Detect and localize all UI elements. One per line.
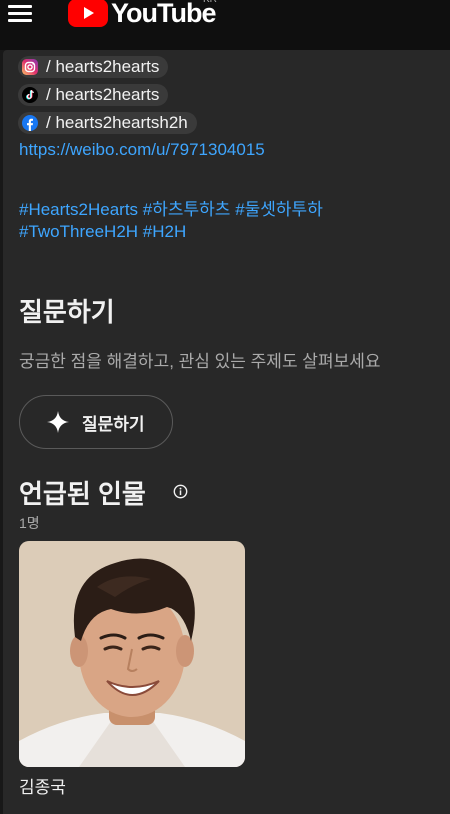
hashtag-link[interactable]: #Hearts2Hearts: [19, 200, 138, 219]
sparkle-icon: [47, 411, 69, 433]
tiktok-link[interactable]: / hearts2hearts: [18, 84, 169, 106]
mentioned-count: 1명: [19, 515, 40, 531]
logo-text: YouTube: [111, 0, 216, 28]
facebook-handle: / hearts2heartsh2h: [46, 113, 188, 132]
person-card[interactable]: [19, 541, 245, 767]
instagram-link[interactable]: / hearts2hearts: [18, 56, 169, 78]
weibo-link[interactable]: https://weibo.com/u/7971304015: [19, 140, 265, 160]
mentioned-section-title: 언급된 인물: [19, 479, 146, 509]
region-label: KR: [203, 0, 217, 5]
person-photo: [19, 541, 245, 767]
menu-icon[interactable]: [6, 2, 34, 26]
ask-button-label: 질문하기: [82, 414, 145, 434]
ask-section-subtitle: 궁금한 점을 해결하고, 관심 있는 주제도 살펴보세요: [19, 352, 381, 371]
ask-section-title: 질문하기: [19, 297, 115, 327]
youtube-logo[interactable]: YouTube: [68, 0, 216, 30]
hashtag-link[interactable]: #하츠투하츠: [143, 200, 231, 219]
top-bar: YouTube KR: [0, 0, 450, 50]
hashtag-link[interactable]: #둘셋하투하: [235, 200, 323, 219]
youtube-play-icon: [68, 0, 108, 27]
instagram-handle: / hearts2hearts: [46, 57, 160, 76]
info-icon[interactable]: [173, 484, 188, 499]
hashtag-link[interactable]: #H2H: [143, 222, 186, 241]
facebook-link[interactable]: / hearts2heartsh2h: [18, 112, 197, 134]
person-name[interactable]: 김종국: [19, 773, 66, 798]
hashtag-line-1: #Hearts2Hearts #하츠투하츠 #둘셋하투하: [19, 195, 323, 220]
tiktok-icon: [22, 87, 38, 103]
description-panel: / hearts2hearts / hearts2hearts / hearts…: [3, 50, 450, 814]
facebook-icon: [22, 115, 38, 131]
hashtag-line-2: #TwoThreeH2H #H2H: [19, 222, 186, 242]
ask-button[interactable]: 질문하기: [19, 395, 173, 449]
instagram-icon: [22, 59, 38, 75]
hashtag-link[interactable]: #TwoThreeH2H: [19, 222, 138, 241]
tiktok-handle: / hearts2hearts: [46, 85, 160, 104]
